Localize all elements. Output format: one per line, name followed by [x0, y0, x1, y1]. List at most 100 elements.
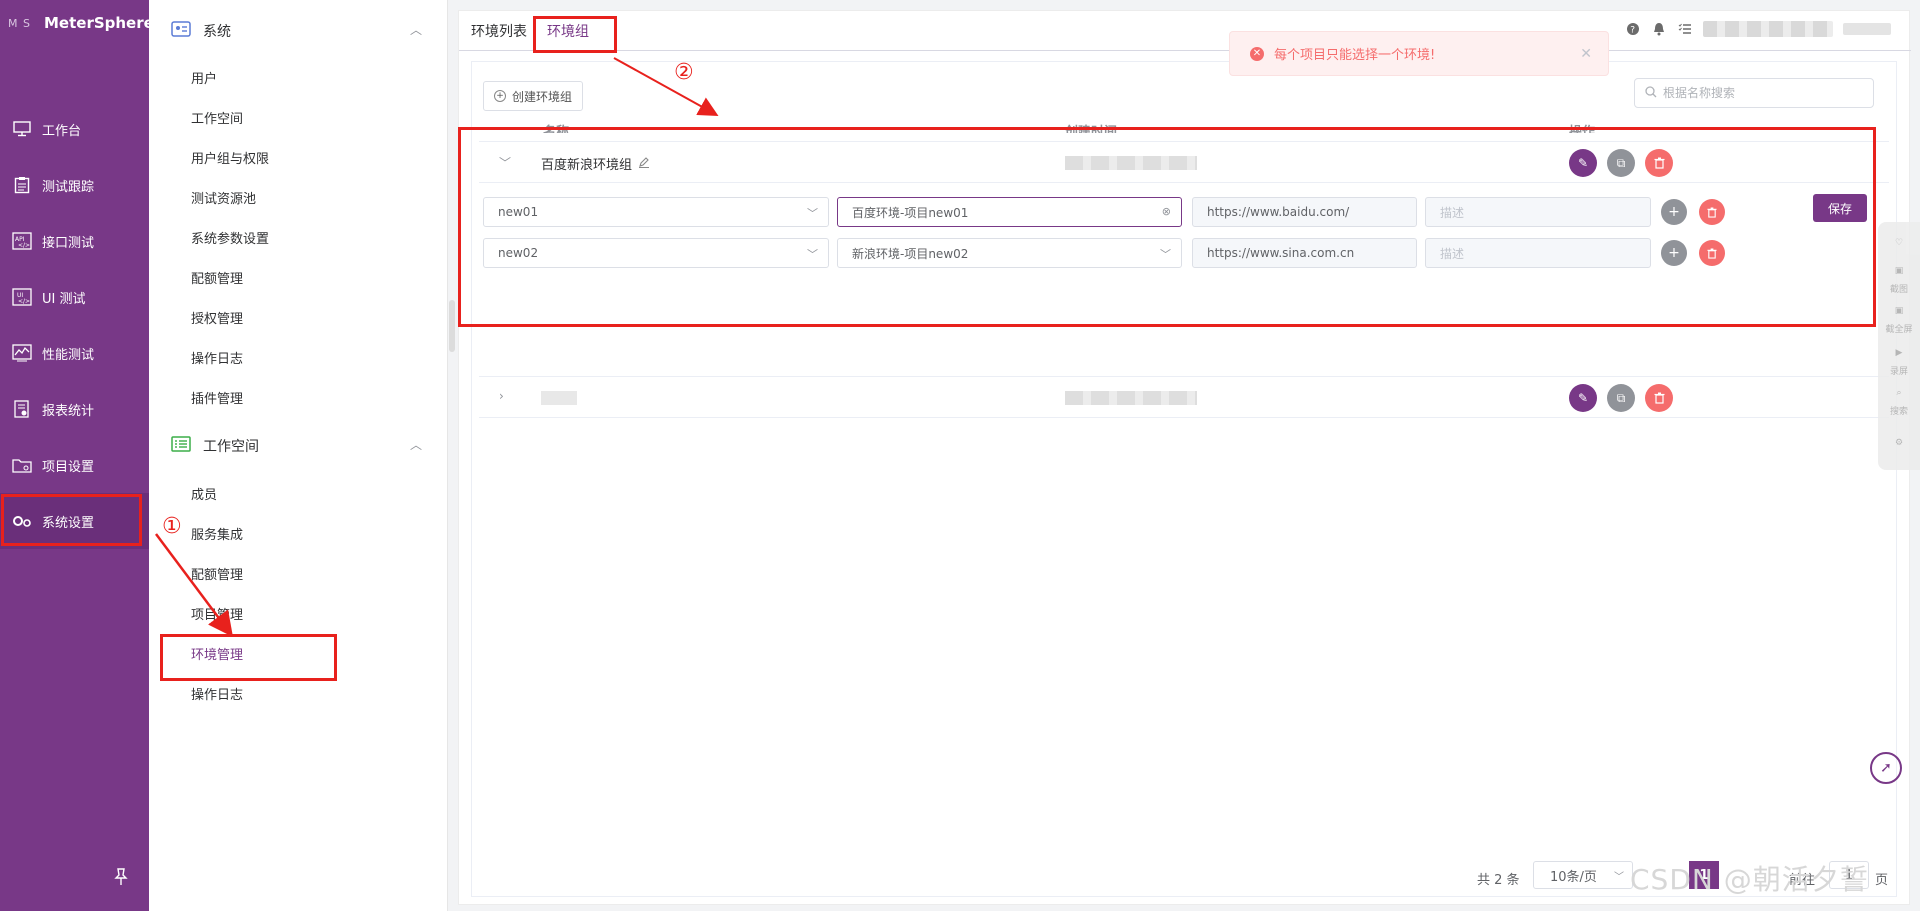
- annotation-box-env-management: [160, 634, 337, 681]
- delete-button[interactable]: [1645, 384, 1673, 412]
- annotation-step-2: ②: [674, 60, 694, 85]
- created-time-blurred: [1065, 391, 1197, 405]
- ui-icon: UI </>: [12, 288, 32, 306]
- folder-icon: [12, 456, 32, 474]
- nav-item-label: 接口测试: [42, 235, 95, 251]
- floating-toolbar: ♡ ▣ 截图 ▣ 截全屏 ▶ 录屏 ⌕ 搜索 ⚙: [1878, 222, 1920, 470]
- tool-label: 截全屏: [1885, 325, 1913, 335]
- submenu-item-ws-quota[interactable]: 配额管理: [191, 553, 243, 593]
- tab-bar: 环境列表 环境组 ?: [459, 11, 1911, 51]
- brand-name: MeterSphere: [44, 14, 154, 32]
- total-count: 共 2 条: [1477, 873, 1520, 888]
- bell-icon[interactable]: [1651, 21, 1667, 37]
- submenu-item-members[interactable]: 成员: [191, 473, 217, 513]
- fullscreen-shot-icon[interactable]: ▣: [1878, 306, 1920, 316]
- annotation-step-1: ①: [162, 514, 182, 539]
- annotation-box-env-group-row: [458, 127, 1876, 327]
- scrollbar-handle[interactable]: [449, 300, 455, 352]
- heart-icon[interactable]: ♡: [1878, 238, 1920, 248]
- brand-logo-icon: M S: [8, 16, 31, 30]
- close-icon[interactable]: ✕: [1580, 46, 1592, 62]
- svg-text:?: ?: [1630, 26, 1635, 36]
- api-icon: API </>: [12, 232, 32, 250]
- monitor-icon: [12, 120, 32, 138]
- settings-icon[interactable]: ⚙: [1878, 438, 1920, 448]
- nav-item-report[interactable]: 报表统计: [0, 381, 149, 437]
- submenu-item-operation-log[interactable]: 操作日志: [191, 337, 243, 377]
- submenu-item-resource-pool[interactable]: 测试资源池: [191, 177, 256, 217]
- nav-item-label: 项目设置: [42, 459, 95, 475]
- submenu-item-quota[interactable]: 配额管理: [191, 257, 243, 297]
- toast-message: 每个项目只能选择一个环境!: [1274, 48, 1436, 63]
- nav-item-label: 测试跟踪: [42, 179, 95, 195]
- submenu-group-label: 系统: [203, 24, 231, 40]
- chevron-down-icon: ﹀: [1614, 872, 1624, 883]
- tool-label: 截图: [1889, 285, 1908, 295]
- nav-item-ui-test[interactable]: UI </> UI 测试: [0, 269, 149, 325]
- nav-item-workbench[interactable]: 工作台: [0, 101, 149, 157]
- submenu-item-plugin[interactable]: 插件管理: [191, 377, 243, 417]
- header-actions: ?: [1625, 21, 1891, 37]
- page-unit: 页: [1875, 873, 1889, 888]
- submenu-item-license[interactable]: 授权管理: [191, 297, 243, 337]
- record-icon[interactable]: ▶: [1878, 348, 1920, 358]
- search-box[interactable]: [1634, 78, 1874, 108]
- submenu-item-user[interactable]: 用户: [191, 57, 217, 97]
- sub-menu: 系统 ︿ 用户 工作空间 用户组与权限 测试资源池 系统参数设置 配额管理 授权…: [149, 0, 455, 911]
- tool-label: 搜索: [1889, 407, 1908, 417]
- create-env-group-button[interactable]: + 创建环境组: [483, 81, 584, 111]
- create-button-label: 创建环境组: [512, 89, 573, 104]
- submenu-item-workspace[interactable]: 工作空间: [191, 97, 243, 137]
- search-icon: [1645, 85, 1657, 101]
- search-input[interactable]: [1663, 86, 1853, 100]
- submenu-item-user-group[interactable]: 用户组与权限: [191, 137, 269, 177]
- annotation-box-system-settings: [1, 494, 142, 546]
- submenu-item-system-params[interactable]: 系统参数设置: [191, 217, 269, 257]
- nav-item-label: 报表统计: [42, 403, 95, 419]
- main-nav: M S MeterSphere 工作台 测试跟踪 API </> 接口测试 UI <…: [0, 0, 154, 911]
- task-list-icon[interactable]: [1677, 21, 1693, 37]
- submenu-group-label: 工作空间: [203, 439, 259, 455]
- watermark: CSDN @朝活夕誓: [1630, 863, 1869, 896]
- nav-item-test-track[interactable]: 测试跟踪: [0, 157, 149, 213]
- chevron-up-icon: ︿: [409, 438, 422, 452]
- submenu-group-system[interactable]: 系统 ︿: [149, 11, 448, 51]
- svg-text:</>: </>: [18, 242, 30, 249]
- edit-button[interactable]: ✎: [1569, 384, 1597, 412]
- help-icon[interactable]: ?: [1625, 21, 1641, 37]
- submenu-group-workspace[interactable]: 工作空间 ︿: [149, 426, 448, 466]
- pin-icon[interactable]: [114, 868, 134, 888]
- submenu-item-integration[interactable]: 服务集成: [191, 513, 243, 553]
- report-icon: [12, 400, 32, 418]
- nav-item-label: 工作台: [42, 123, 82, 139]
- brand[interactable]: M S MeterSphere: [8, 12, 154, 34]
- camera-icon[interactable]: ▣: [1878, 266, 1920, 276]
- nav-item-api-test[interactable]: API </> 接口测试: [0, 213, 149, 269]
- submenu-item-project-management[interactable]: 项目管理: [191, 593, 243, 633]
- nav-item-label: UI 测试: [42, 291, 86, 307]
- nav-item-project-settings[interactable]: 项目设置: [0, 437, 149, 493]
- tab-env-list[interactable]: 环境列表: [471, 11, 527, 51]
- search-image-icon[interactable]: ⌕: [1878, 388, 1920, 398]
- nav-item-label: 性能测试: [42, 347, 95, 363]
- nav-item-performance-test[interactable]: 性能测试: [0, 325, 149, 381]
- chart-icon: [12, 344, 32, 362]
- tool-label: 录屏: [1889, 367, 1908, 377]
- language-switch[interactable]: [1843, 23, 1891, 35]
- error-toast: ✕ 每个项目只能选择一个环境! ✕: [1229, 31, 1609, 76]
- group-name-blurred: [541, 391, 577, 405]
- row-actions: ✎ ⧉: [1569, 384, 1673, 412]
- chevron-up-icon: ︿: [409, 23, 422, 37]
- page-size-value: 10条/页: [1550, 869, 1597, 885]
- chevron-right-icon[interactable]: ›: [499, 389, 504, 403]
- copy-button[interactable]: ⧉: [1607, 384, 1635, 412]
- table-row[interactable]: › ✎ ⧉: [479, 376, 1889, 418]
- plus-circle-icon: +: [494, 90, 506, 102]
- annotation-box-env-group-tab: [533, 16, 617, 53]
- compass-icon[interactable]: ➚: [1870, 752, 1902, 784]
- clipboard-icon: [12, 176, 32, 194]
- list-icon: [171, 436, 191, 456]
- user-info[interactable]: [1703, 21, 1833, 37]
- svg-text:</>: </>: [18, 298, 30, 305]
- page-size-select[interactable]: 10条/页 ﹀: [1533, 861, 1633, 889]
